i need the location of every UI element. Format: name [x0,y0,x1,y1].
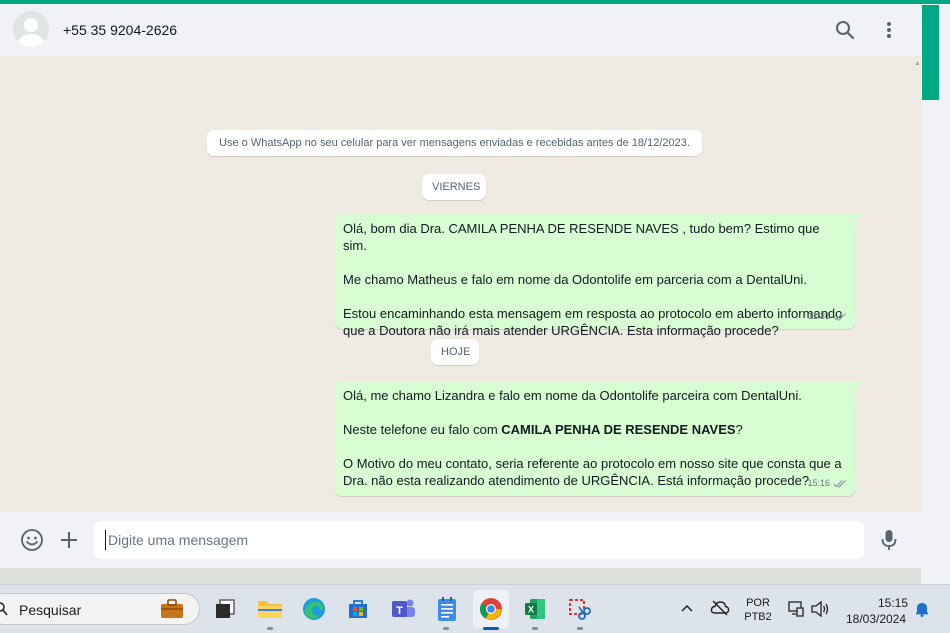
message-text-part: ? [735,422,743,437]
chevron-up-icon[interactable] [681,604,693,612]
message-time: 15:16 [807,478,830,488]
message-text: Olá, me chamo Lizandra e falo em nome da… [343,388,802,403]
running-indicator [532,627,538,630]
read-ticks-icon [833,480,846,488]
message-composer [0,512,921,568]
message-text: Me chamo Matheus e falo em nome da Odont… [343,272,807,287]
running-indicator [267,627,273,630]
message-input[interactable] [94,521,864,559]
excel-icon[interactable]: X [521,595,549,623]
message-list[interactable]: ▲ Use o WhatsApp no seu celular para ver… [0,56,921,512]
scrollbar-thumb[interactable] [922,5,939,100]
search-icon [0,602,8,616]
day-separator: VIERNES [422,174,486,200]
outgoing-message[interactable]: Olá, me chamo Lizandra e falo em nome da… [335,381,862,496]
keyboard-layout: PTB2 [744,611,772,623]
text-caret [105,530,106,550]
whatsapp-chat-window: +55 35 9204-2626 ▲ Use o WhatsApp no seu… [0,4,921,568]
snipping-tool-icon[interactable] [565,595,593,623]
svg-text:X: X [528,605,534,615]
chat-header: +55 35 9204-2626 [0,4,921,56]
message-text: Estou encaminhando esta mensagem em resp… [343,306,843,321]
contact-name[interactable]: +55 35 9204-2626 [63,22,177,38]
edge-icon[interactable] [300,595,328,623]
running-indicator [443,627,449,630]
cloud-offline-icon[interactable] [710,600,730,616]
outgoing-message[interactable]: Olá, bom dia Dra. CAMILA PENHA DE RESEND… [335,214,862,338]
bold-text: CAMILA PENHA DE RESENDE NAVES [501,422,736,437]
notepad-icon[interactable] [433,595,461,623]
day-separator: HOJE [431,339,479,365]
clock-time: 15:15 [877,596,908,610]
emoji-icon[interactable] [19,527,45,553]
chrome-icon[interactable] [477,595,505,623]
more-vert-icon[interactable] [877,18,901,42]
language-code: POR [746,597,770,609]
svg-text:T: T [396,605,403,617]
running-indicator [577,627,583,630]
message-text: Neste telefone eu falo com CAMILA PENHA … [343,421,847,438]
network-icon[interactable] [787,600,805,618]
message-text-part: Neste telefone eu falo com [343,422,502,437]
message-time: 11:31 [808,311,830,321]
language-indicator[interactable]: POR PTB2 [742,596,774,624]
avatar-icon[interactable] [13,11,49,47]
teams-icon[interactable]: T [389,595,417,623]
message-text: que a Doutora não irá mais atender URGÊN… [343,323,779,338]
notification-bell-icon[interactable] [915,601,929,617]
search-icon[interactable] [833,18,857,42]
file-explorer-icon[interactable] [256,595,284,623]
history-notice: Use o WhatsApp no seu celular para ver m… [207,130,702,156]
scroll-up-arrow-icon[interactable]: ▲ [914,60,921,68]
clock[interactable]: 15:15 18/03/2024 [840,595,912,627]
work-icon[interactable] [158,595,186,623]
task-view-icon[interactable] [211,595,239,623]
message-meta: 11:31 [808,308,847,325]
volume-icon[interactable] [810,600,830,618]
read-ticks-icon [833,313,846,321]
message-text: Dra. não esta realizando atendimento de … [343,473,810,488]
message-meta: 15:16 [807,475,847,492]
microphone-icon[interactable] [876,527,902,553]
message-text: O Motivo do meu contato, seria referente… [343,456,842,471]
search-label: Pesquisar [19,602,82,618]
attach-plus-icon[interactable] [56,527,82,553]
clock-date: 18/03/2024 [845,612,907,626]
windows-taskbar: Pesquisar T X POR PTB2 15:15 18/03/2024 [0,584,950,633]
message-text: Olá, bom dia Dra. CAMILA PENHA DE RESEND… [343,221,820,253]
store-icon[interactable] [344,595,372,623]
active-indicator [483,627,499,630]
